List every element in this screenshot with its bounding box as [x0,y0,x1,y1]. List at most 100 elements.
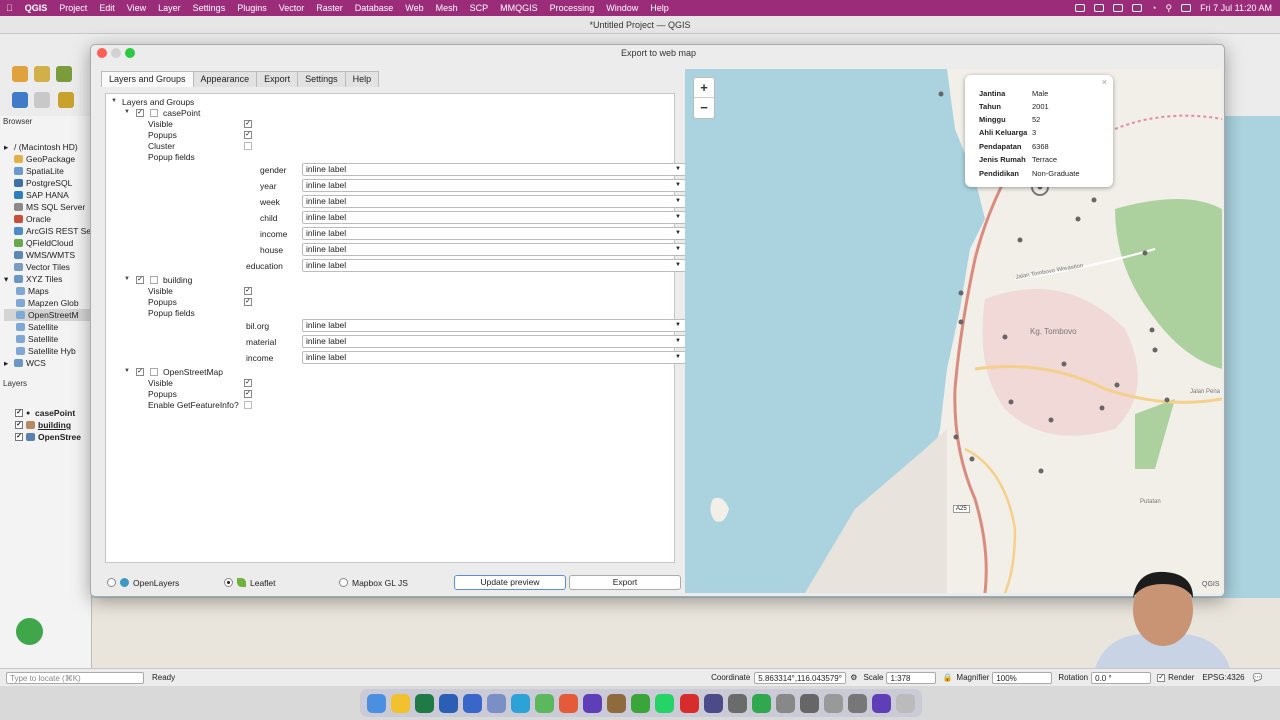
menu-processing[interactable]: Processing [544,3,601,13]
update-preview-button[interactable]: Update preview [454,575,566,590]
rotation-field[interactable]: 0.0 ° [1091,671,1152,684]
popup-close-icon[interactable]: × [1102,77,1107,87]
app-icon[interactable] [751,693,771,713]
case-point[interactable] [1149,327,1155,333]
app-icon[interactable] [535,693,555,713]
field-select-bil-org[interactable]: inline label ▼ [302,319,686,332]
case-point[interactable] [1114,382,1120,388]
browser-item[interactable]: Satellite [4,321,91,333]
app-icon[interactable] [511,693,530,713]
case-point[interactable] [1038,468,1044,474]
browser-item[interactable]: Satellite [4,333,91,345]
layer-checkbox[interactable]: ✓ [15,409,23,417]
tab-export[interactable]: Export [256,71,299,87]
close-window-icon[interactable] [97,48,107,58]
tab-help[interactable]: Help [344,71,380,87]
menu-database[interactable]: Database [349,3,400,13]
menu-project[interactable]: Project [53,3,93,13]
app-icon[interactable] [824,693,844,713]
osm-checkbox[interactable]: ✓ [136,368,144,376]
browser-item[interactable]: QFieldCloud [4,237,91,249]
app-icon[interactable] [799,693,819,713]
tab-settings[interactable]: Settings [297,71,346,87]
case-point[interactable] [1017,237,1023,243]
field-select-gender[interactable]: inline label ▼ [302,163,686,176]
vscode-icon[interactable] [462,693,482,713]
menu-web[interactable]: Web [399,3,429,13]
plugin-green-icon[interactable] [16,618,43,645]
chrome-icon[interactable] [390,693,410,713]
coordinate-field[interactable]: 5.863314°,116.043579° [754,671,847,684]
case-point[interactable] [1099,405,1105,411]
tab-appearance[interactable]: Appearance [192,71,258,87]
browser-item[interactable]: GeoPackage [4,153,91,165]
app-icon[interactable] [583,693,603,713]
browser-item[interactable]: Maps [4,285,91,297]
case-point[interactable] [953,434,959,440]
export-button[interactable]: Export [569,575,681,590]
bluetooth-icon[interactable] [1094,4,1105,12]
zoom-in-button[interactable]: + [694,78,714,98]
menu-mesh[interactable]: Mesh [430,3,464,13]
casepoint-visible-checkbox[interactable]: ✓ [244,120,252,128]
building-checkbox[interactable]: ✓ [136,276,144,284]
menu-window[interactable]: Window [600,3,644,13]
field-select-child[interactable]: inline label ▼ [302,211,686,224]
messages-icon[interactable]: 💬 [1253,673,1263,682]
collapse-arrow-icon[interactable]: ▼ [111,98,117,104]
building-popups-checkbox[interactable]: ✓ [244,298,252,306]
menu-app-qgis[interactable]: QGIS [19,3,54,13]
battery-icon[interactable] [1132,4,1143,12]
vector-tools-icon[interactable] [56,66,72,82]
lock-scale-icon[interactable]: 🔒 [942,673,952,682]
qgis-icon[interactable] [631,693,651,713]
browser-item[interactable]: SpatiaLite [4,165,91,177]
menubar-clock[interactable]: Fri 7 Jul 11:20 AM [1200,3,1272,13]
zoom-window-icon[interactable] [125,48,135,58]
wifi-icon[interactable]: ◔ [1151,3,1156,13]
browser-item[interactable]: PostgreSQL [4,177,91,189]
collapse-arrow-icon[interactable]: ▼ [124,109,130,115]
finder-icon[interactable] [366,693,386,713]
radio-openlayers[interactable] [107,578,116,587]
magnifier-field[interactable]: 100% [992,671,1053,684]
tab-layers-and-groups[interactable]: Layers and Groups [101,71,194,87]
case-point[interactable] [1091,197,1097,203]
cloud-layer-icon[interactable] [12,92,28,108]
field-select-material[interactable]: inline label ▼ [302,335,686,348]
menu-mmqgis[interactable]: MMQGIS [494,3,544,13]
crs-button[interactable]: EPSG:4326 [1202,673,1244,682]
browser-item[interactable]: Mapzen Glob [4,297,91,309]
menu-scp[interactable]: SCP [464,3,495,13]
scale-field[interactable]: 1:378 [886,671,937,684]
osm-visible-checkbox[interactable]: ✓ [244,379,252,387]
layer-item-osm[interactable]: ✓ OpenStree [0,431,91,443]
apple-icon[interactable]:  [0,3,19,13]
locate-search-input[interactable]: Type to locate (⌘K) [6,671,144,684]
menu-help[interactable]: Help [644,3,675,13]
display-icon[interactable] [1113,4,1124,12]
field-select-year[interactable]: inline label ▼ [302,179,686,192]
case-point[interactable] [1075,216,1081,222]
field-select-building-income[interactable]: inline label ▼ [302,351,686,364]
layer-checkbox[interactable]: ✓ [15,421,23,429]
menu-raster[interactable]: Raster [310,3,349,13]
building-visible-checkbox[interactable]: ✓ [244,287,252,295]
browser-item[interactable]: Oracle [4,213,91,225]
control-center-icon[interactable] [1181,4,1192,12]
casepoint-checkbox[interactable]: ✓ [136,109,144,117]
case-point[interactable] [1002,334,1008,340]
excel-icon[interactable] [414,693,434,713]
layer-item-building[interactable]: ✓ building [0,419,91,431]
field-select-education[interactable]: inline label ▼ [302,259,686,272]
layer-item-casepoint[interactable]: ✓ ● casePoint [0,407,91,419]
case-point[interactable] [938,91,944,97]
word-icon[interactable] [438,693,458,713]
search-icon[interactable]: ⚲ [1166,3,1173,14]
vector-layer-icon[interactable] [12,66,28,82]
menu-vector[interactable]: Vector [273,3,311,13]
browser-item-selected[interactable]: OpenStreetM [4,309,91,321]
browser-item[interactable]: ▾ XYZ Tiles [4,273,91,285]
browser-item[interactable]: ▸ WCS [4,357,91,369]
menu-layer[interactable]: Layer [152,3,187,13]
